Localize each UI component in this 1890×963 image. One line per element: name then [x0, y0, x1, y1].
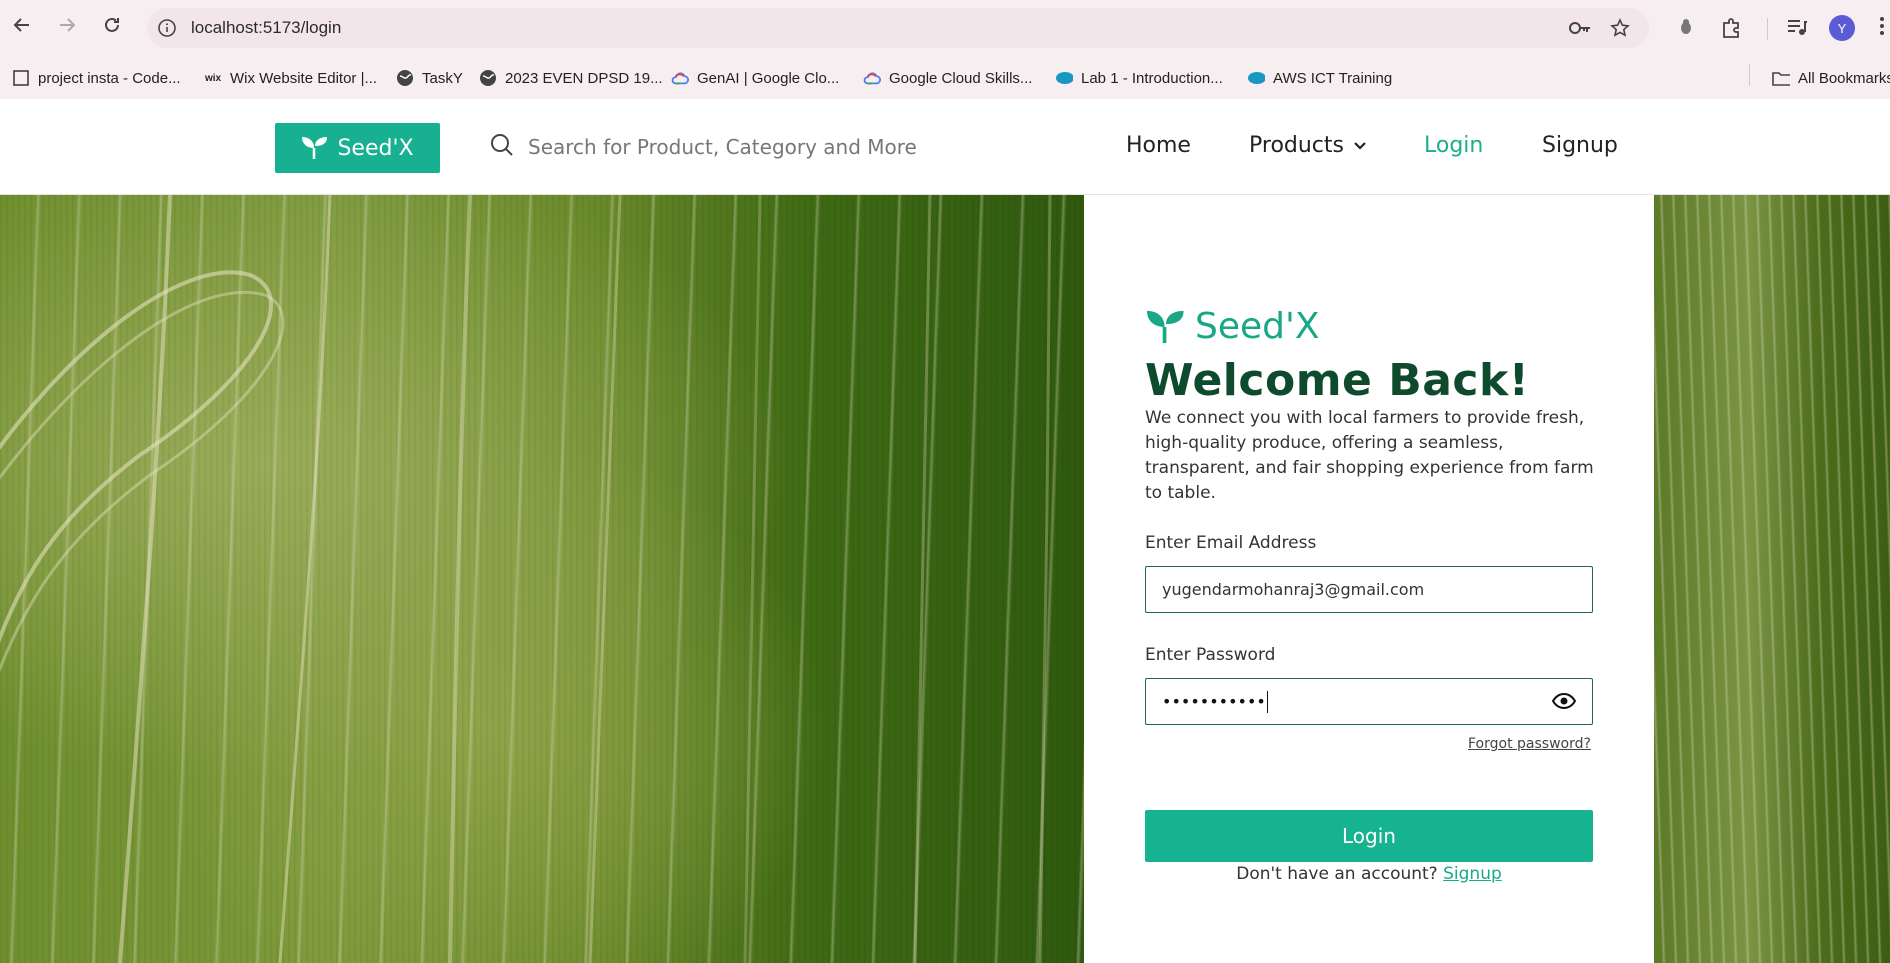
login-button[interactable]: Login: [1145, 810, 1593, 862]
signup-prompt: Don't have an account? Signup: [1145, 864, 1593, 884]
bookmark-label: Google Cloud Skills...: [889, 69, 1033, 87]
bookmark-item[interactable]: GenAI | Google Clo...: [671, 57, 839, 99]
profile-avatar[interactable]: Y: [1829, 15, 1855, 41]
bookmarks-divider: [1749, 64, 1750, 86]
brand-logo: Seed'X: [1145, 306, 1320, 347]
globe-icon: [479, 69, 497, 87]
text-caret: [1266, 690, 1269, 713]
bookmark-item[interactable]: 2023 EVEN DPSD 19...: [479, 57, 663, 99]
nav-products[interactable]: Products: [1249, 133, 1367, 158]
bookmark-star-icon[interactable]: [1610, 18, 1630, 42]
sprout-icon: [1147, 310, 1184, 343]
forgot-password-link[interactable]: Forgot password?: [1468, 736, 1591, 752]
google-cloud-icon: [863, 69, 881, 87]
bookmark-label: Wix Website Editor |...: [230, 69, 377, 87]
bookmark-item[interactable]: Lab 1 - Introduction...: [1055, 57, 1223, 99]
email-value: yugendarmohanraj3@gmail.com: [1162, 580, 1425, 599]
bookmark-item[interactable]: wix Wix Website Editor |...: [204, 57, 377, 99]
nav-login[interactable]: Login: [1424, 133, 1483, 158]
nav-signup[interactable]: Signup: [1542, 133, 1618, 158]
password-value: •••••••••••: [1162, 692, 1266, 711]
nav-products-label: Products: [1249, 133, 1344, 158]
password-field[interactable]: •••••••••••: [1145, 678, 1593, 725]
bookmark-item[interactable]: TaskY: [396, 57, 463, 99]
salesforce-icon: [1247, 69, 1265, 87]
bookmark-label: AWS ICT Training: [1273, 69, 1393, 87]
browser-menu-icon[interactable]: [1880, 17, 1884, 38]
logo-text: Seed'X: [337, 135, 414, 161]
search-input[interactable]: Search for Product, Category and More: [528, 135, 917, 159]
bookmark-label: project insta - Code...: [38, 69, 181, 87]
back-icon[interactable]: [11, 14, 33, 36]
logo-button[interactable]: Seed'X: [275, 123, 440, 173]
chevron-down-icon: [1354, 142, 1366, 150]
field-background-image-right: [1654, 195, 1890, 963]
no-account-text: Don't have an account?: [1236, 864, 1438, 884]
extensions-puzzle-icon[interactable]: [1720, 17, 1742, 43]
search-icon: [490, 133, 514, 161]
forward-icon[interactable]: [56, 14, 78, 36]
page-title: Welcome Back!: [1145, 355, 1530, 406]
all-bookmarks-label: All Bookmarks: [1798, 69, 1890, 87]
intro-text: We connect you with local farmers to pro…: [1145, 408, 1594, 503]
show-password-icon[interactable]: [1551, 692, 1577, 714]
bookmark-label: GenAI | Google Clo...: [697, 69, 840, 87]
browser-toolbar: localhost:5173/login Y: [0, 0, 1890, 57]
media-control-icon[interactable]: [1786, 17, 1808, 41]
bookmarks-bar: project insta - Code... wix Wix Website …: [0, 57, 1890, 99]
url-text[interactable]: localhost:5173/login: [191, 18, 341, 38]
password-key-icon[interactable]: [1568, 18, 1592, 42]
globe-icon: [396, 69, 414, 87]
toolbar-divider: [1767, 18, 1768, 40]
field-tracks-decoration: [0, 195, 1052, 963]
folder-icon: [1772, 69, 1790, 87]
all-bookmarks[interactable]: All Bookmarks: [1772, 57, 1890, 99]
page-icon: [12, 69, 30, 87]
bookmark-label: TaskY: [422, 69, 463, 87]
bookmark-item[interactable]: Google Cloud Skills...: [863, 57, 1032, 99]
sprout-icon: [302, 137, 328, 159]
bookmark-label: Lab 1 - Introduction...: [1081, 69, 1223, 87]
email-label: Enter Email Address: [1145, 533, 1317, 553]
extension-bug-icon[interactable]: [1676, 17, 1696, 41]
wix-icon: wix: [204, 72, 222, 84]
bookmark-item[interactable]: AWS ICT Training: [1247, 57, 1392, 99]
brand-text: Seed'X: [1195, 306, 1320, 347]
signup-link[interactable]: Signup: [1443, 864, 1502, 884]
address-bar[interactable]: localhost:5173/login: [147, 8, 1649, 48]
bookmark-label: 2023 EVEN DPSD 19...: [505, 69, 663, 87]
site-header: Seed'X Search for Product, Category and …: [0, 99, 1890, 195]
search-bar[interactable]: Search for Product, Category and More: [490, 133, 917, 161]
reload-icon[interactable]: [101, 14, 123, 36]
bookmark-item[interactable]: project insta - Code...: [12, 57, 181, 99]
google-cloud-icon: [671, 69, 689, 87]
nav-home[interactable]: Home: [1126, 133, 1191, 158]
password-label: Enter Password: [1145, 645, 1276, 665]
email-field[interactable]: yugendarmohanraj3@gmail.com: [1145, 566, 1593, 613]
site-info-icon[interactable]: [157, 18, 177, 42]
salesforce-icon: [1055, 69, 1073, 87]
